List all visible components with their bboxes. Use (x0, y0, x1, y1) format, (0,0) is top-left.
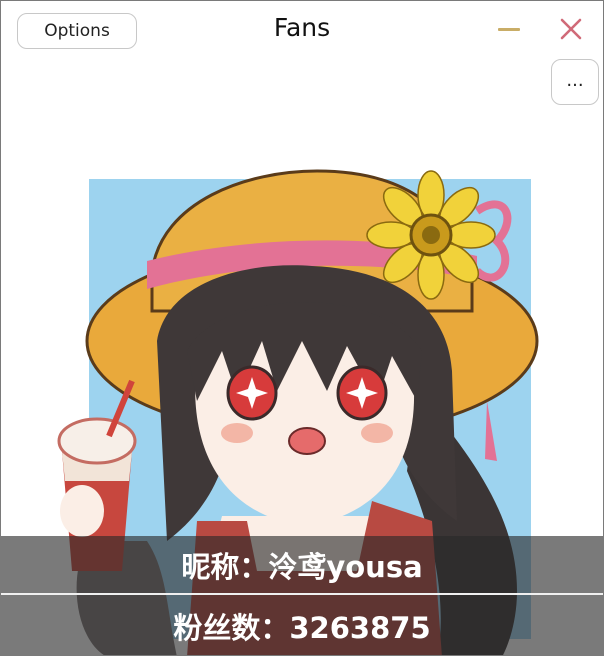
fans-window: Options Fans ... 昵称：泠鸢yousa 粉丝数：3263875 (0, 0, 604, 656)
options-button[interactable]: Options (17, 13, 137, 49)
nickname-label: 昵称：泠鸢yousa (1, 536, 603, 594)
more-button[interactable]: ... (551, 59, 599, 105)
minimize-icon (498, 28, 520, 31)
minimize-button[interactable] (495, 19, 525, 41)
close-icon (560, 18, 582, 40)
close-button[interactable] (557, 15, 585, 43)
fans-count-label: 粉丝数：3263875 (1, 595, 603, 655)
